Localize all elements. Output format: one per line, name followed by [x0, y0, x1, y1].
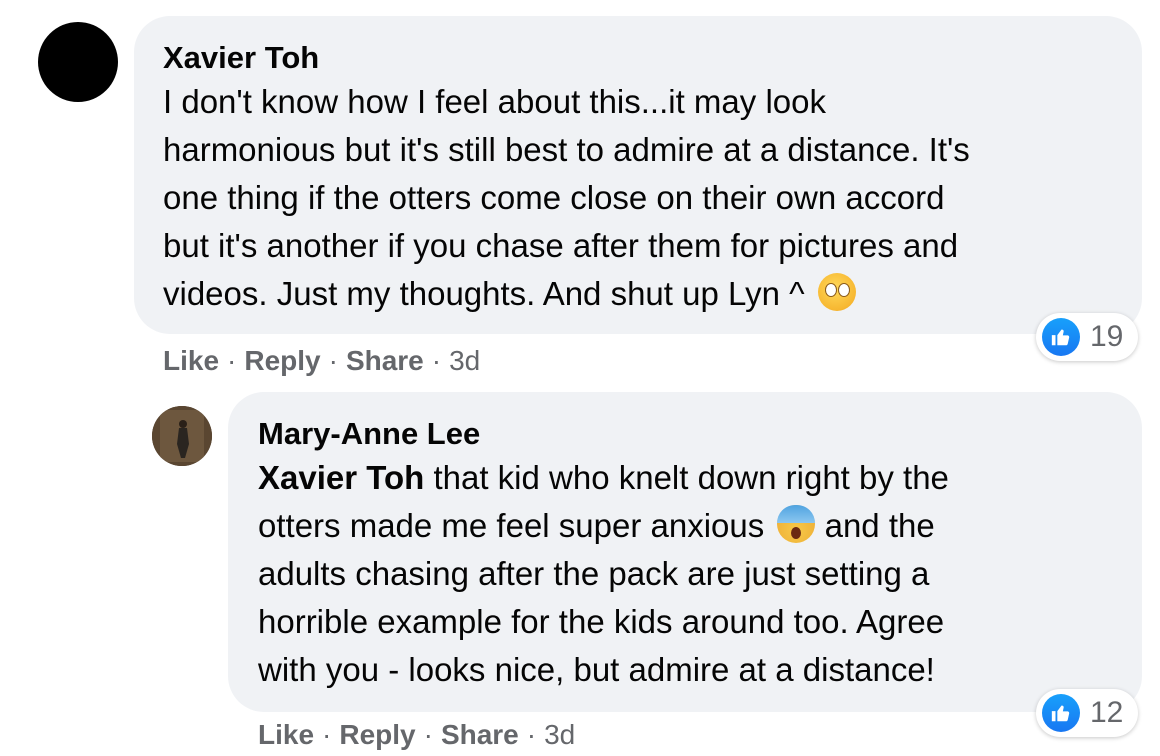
avatar[interactable]: [38, 22, 118, 102]
comment-actions: Like · Reply · Share · 3d: [163, 343, 480, 379]
separator: ·: [328, 345, 338, 376]
separator: ·: [227, 345, 237, 376]
separator: ·: [431, 345, 442, 376]
comment-author[interactable]: Mary-Anne Lee: [258, 414, 480, 454]
comment-text-fragment: otters made me feel super anxious: [258, 507, 774, 544]
reaction-count: 12: [1090, 696, 1124, 729]
comment-text-line: but it's another if you chase after them…: [163, 227, 959, 264]
reaction-count-badge[interactable]: 19: [1036, 313, 1138, 361]
screaming-face-emoji-icon: [777, 505, 816, 543]
comment-text-line: harmonious but it's still best to admire…: [163, 131, 970, 168]
comment-actions: Like · Reply · Share · 3d: [258, 717, 575, 753]
reply-link[interactable]: Reply: [244, 345, 320, 376]
comment-text-line: with you - looks nice, but admire at a d…: [258, 651, 935, 688]
avatar[interactable]: [152, 406, 212, 466]
share-link[interactable]: Share: [346, 345, 424, 376]
like-link[interactable]: Like: [163, 345, 219, 376]
reaction-count: 19: [1090, 320, 1124, 353]
separator: ·: [322, 719, 332, 750]
comment-text-fragment: and the: [815, 507, 935, 544]
share-link[interactable]: Share: [441, 719, 519, 750]
comment-text-line: otters made me feel super anxious and th…: [258, 502, 935, 550]
like-icon: [1042, 694, 1080, 732]
timestamp-link[interactable]: 3d: [544, 719, 575, 750]
comment-text-line: one thing if the otters come close on th…: [163, 179, 945, 216]
rolling-eyes-emoji-icon: [817, 273, 856, 311]
comment-text-fragment: videos. Just my thoughts. And shut up Ly…: [163, 275, 805, 312]
comment-text-line-last: videos. Just my thoughts. And shut up Ly…: [163, 270, 856, 318]
comment-text-fragment: that kid who knelt down right by the: [424, 459, 949, 496]
comment-text-line: Xavier Toh that kid who knelt down right…: [258, 454, 949, 502]
mention-link[interactable]: Xavier Toh: [258, 459, 424, 496]
comment-text-line: adults chasing after the pack are just s…: [258, 555, 930, 592]
comment-text-line: horrible example for the kids around too…: [258, 603, 945, 640]
comment-author[interactable]: Xavier Toh: [163, 38, 319, 78]
separator: ·: [526, 719, 537, 750]
separator: ·: [423, 719, 433, 750]
timestamp-link[interactable]: 3d: [449, 345, 480, 376]
reply-link[interactable]: Reply: [339, 719, 415, 750]
like-icon: [1042, 318, 1080, 356]
comment-text-line: I don't know how I feel about this...it …: [163, 83, 826, 120]
like-link[interactable]: Like: [258, 719, 314, 750]
reaction-count-badge[interactable]: 12: [1036, 689, 1138, 737]
